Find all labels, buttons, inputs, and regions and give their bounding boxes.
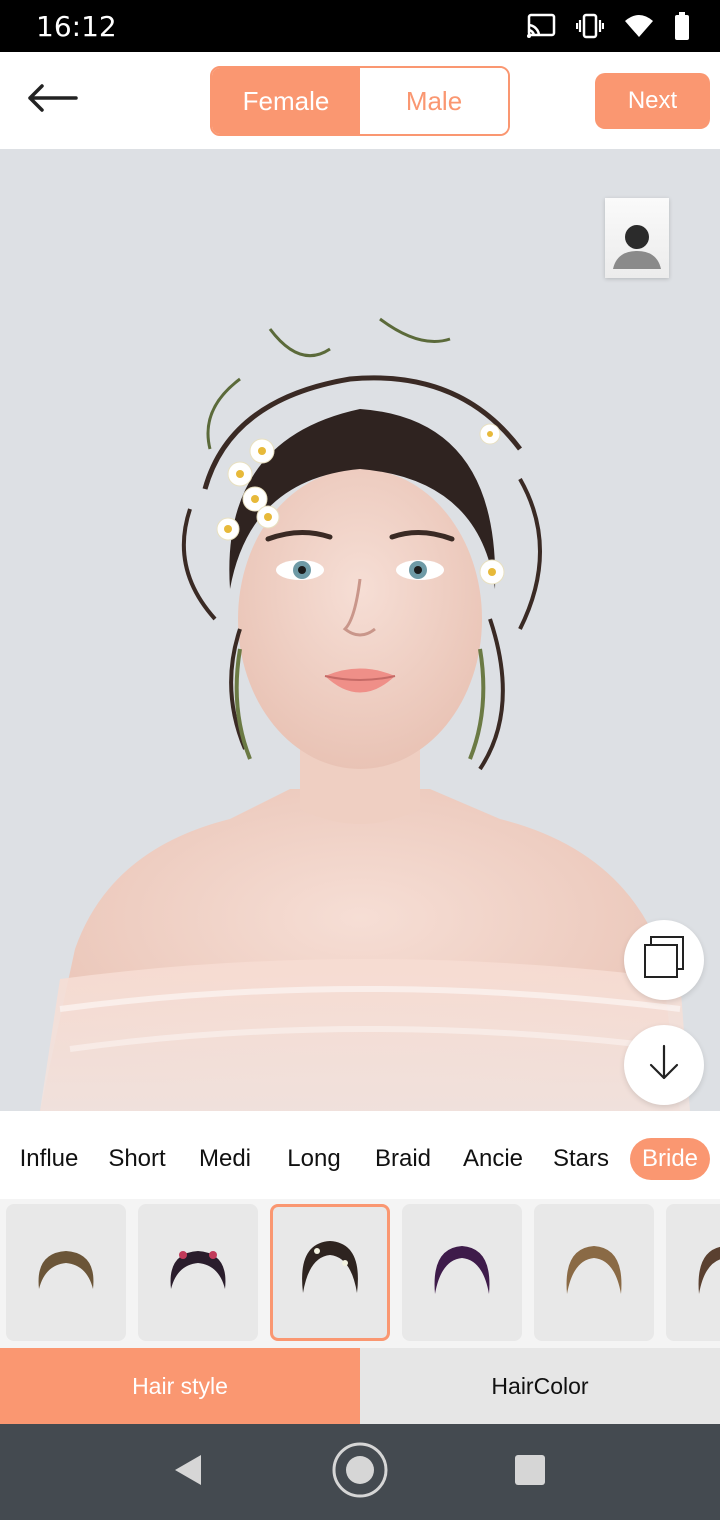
- wifi-icon: [624, 14, 654, 38]
- vibrate-icon: [576, 13, 604, 39]
- layers-icon: [641, 935, 687, 986]
- tab-hair-style[interactable]: Hair style: [0, 1348, 360, 1424]
- nav-home-button[interactable]: [330, 1442, 390, 1502]
- hairstyle-thumbnail-strip[interactable]: [0, 1199, 720, 1348]
- hairstyle-thumbnail[interactable]: [402, 1204, 522, 1341]
- status-bar: 16:12: [0, 0, 720, 52]
- back-triangle-icon: [173, 1453, 203, 1492]
- hairstyle-thumbnail[interactable]: [6, 1204, 126, 1341]
- gender-male-option[interactable]: Male: [360, 68, 508, 134]
- top-bar: Female Male Next: [0, 52, 720, 149]
- category-stars[interactable]: Stars: [545, 1138, 617, 1180]
- person-silhouette-icon: [609, 221, 665, 278]
- photo-canvas[interactable]: [0, 149, 720, 1111]
- tab-hair-color[interactable]: HairColor: [360, 1348, 720, 1424]
- gender-toggle: Female Male: [210, 66, 510, 136]
- next-button[interactable]: Next: [595, 73, 710, 129]
- hair-preview-icon: [38, 1250, 94, 1289]
- nav-recents-button[interactable]: [500, 1442, 560, 1502]
- arrow-left-icon: [26, 83, 78, 118]
- hair-preview-icon: [698, 1246, 720, 1294]
- category-braid[interactable]: Braid: [366, 1138, 440, 1180]
- category-long[interactable]: Long: [278, 1138, 350, 1180]
- compare-button[interactable]: [624, 920, 704, 1000]
- battery-icon: [674, 12, 690, 40]
- hairstyle-editor-app: 16:12 Female Male Next Influe Short Medi…: [0, 0, 720, 1520]
- category-influe[interactable]: Influe: [10, 1138, 88, 1180]
- hair-preview-icon: [302, 1240, 358, 1293]
- category-medi[interactable]: Medi: [189, 1138, 261, 1180]
- hair-preview-icon: [170, 1250, 226, 1289]
- recents-square-icon: [514, 1454, 546, 1491]
- hair-preview-icon: [434, 1245, 490, 1294]
- category-bar: Influe Short Medi Long Braid Ancie Stars…: [0, 1111, 720, 1199]
- hairstyle-thumbnail[interactable]: [138, 1204, 258, 1341]
- hairstyle-thumbnail-selected[interactable]: [270, 1204, 390, 1341]
- status-time: 16:12: [36, 10, 117, 43]
- hairstyle-thumbnail[interactable]: [666, 1204, 720, 1341]
- back-button[interactable]: [22, 74, 82, 126]
- system-nav-bar: [0, 1424, 720, 1520]
- cast-icon: [526, 13, 556, 39]
- download-button[interactable]: [624, 1025, 704, 1105]
- home-circle-icon: [331, 1441, 389, 1504]
- category-short[interactable]: Short: [100, 1138, 174, 1180]
- hairstyle-thumbnail[interactable]: [534, 1204, 654, 1341]
- category-bride[interactable]: Bride: [630, 1138, 710, 1180]
- portrait-image: [40, 317, 690, 1111]
- bottom-tab-bar: Hair style HairColor: [0, 1348, 720, 1424]
- arrow-down-icon: [647, 1044, 681, 1087]
- gender-female-option[interactable]: Female: [212, 68, 360, 134]
- face-swap-button[interactable]: [605, 198, 669, 278]
- status-icons: [526, 12, 690, 40]
- hair-preview-icon: [566, 1245, 622, 1294]
- category-ancie[interactable]: Ancie: [454, 1138, 532, 1180]
- nav-back-button[interactable]: [158, 1442, 218, 1502]
